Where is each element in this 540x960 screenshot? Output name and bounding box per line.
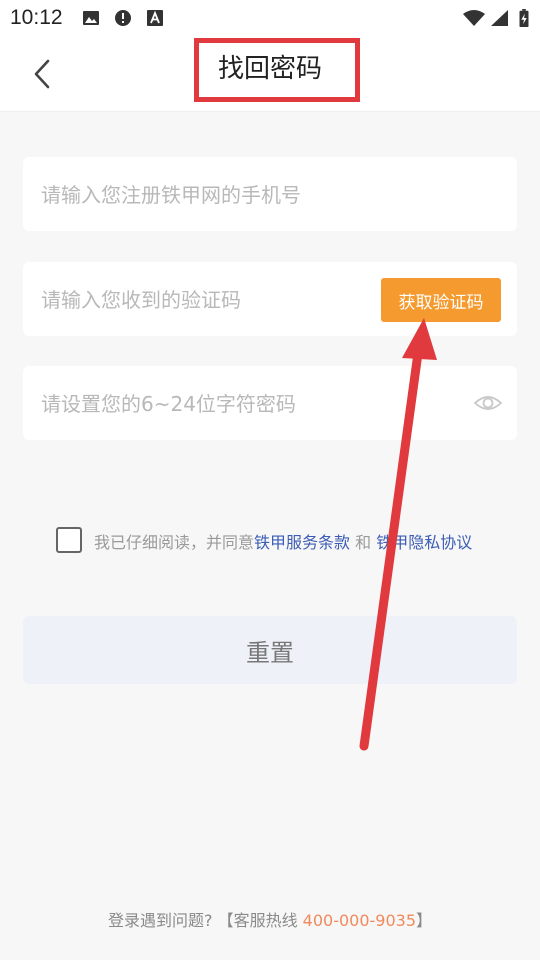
agreement-text: 我已仔细阅读，并同意铁甲服务条款 和 铁甲隐私协议 — [94, 529, 472, 553]
annotation-arrow — [359, 318, 437, 751]
password-field — [23, 366, 517, 442]
eye-icon[interactable] — [473, 390, 503, 416]
get-code-button[interactable]: 获取验证码 — [381, 278, 501, 322]
footer-prefix: 登录遇到问题? 【客服热线 — [107, 911, 303, 930]
footer-help: 登录遇到问题? 【客服热线 400-000-9035】 — [0, 907, 540, 931]
alert-circle-icon — [115, 10, 131, 26]
text-a-icon — [147, 10, 163, 26]
agreement-and: 和 — [350, 533, 377, 552]
agreement-row: 我已仔细阅读，并同意铁甲服务条款 和 铁甲隐私协议 — [56, 527, 516, 555]
status-time: 10:12 — [10, 6, 63, 29]
wifi-icon — [463, 10, 485, 26]
nav-bar: 找回密码 — [0, 36, 540, 112]
phone-input[interactable] — [39, 157, 503, 233]
privacy-link[interactable]: 铁甲隐私协议 — [376, 533, 472, 552]
code-field: 获取验证码 — [23, 262, 517, 338]
password-input[interactable] — [39, 366, 463, 442]
agreement-checkbox[interactable] — [56, 527, 82, 553]
image-icon — [83, 11, 99, 25]
terms-link[interactable]: 铁甲服务条款 — [254, 533, 350, 552]
page-title: 找回密码 — [217, 54, 322, 84]
reset-button[interactable]: 重置 — [23, 616, 517, 684]
status-bar: 10:12 — [0, 0, 540, 36]
signal-icon — [491, 10, 508, 26]
verification-code-input[interactable] — [39, 262, 363, 338]
footer-suffix: 】 — [416, 911, 433, 930]
hotline-link[interactable]: 400-000-9035 — [303, 911, 416, 930]
agreement-prefix: 我已仔细阅读，并同意 — [94, 533, 255, 552]
battery-charging-icon — [519, 9, 529, 27]
phone-field — [23, 157, 517, 233]
